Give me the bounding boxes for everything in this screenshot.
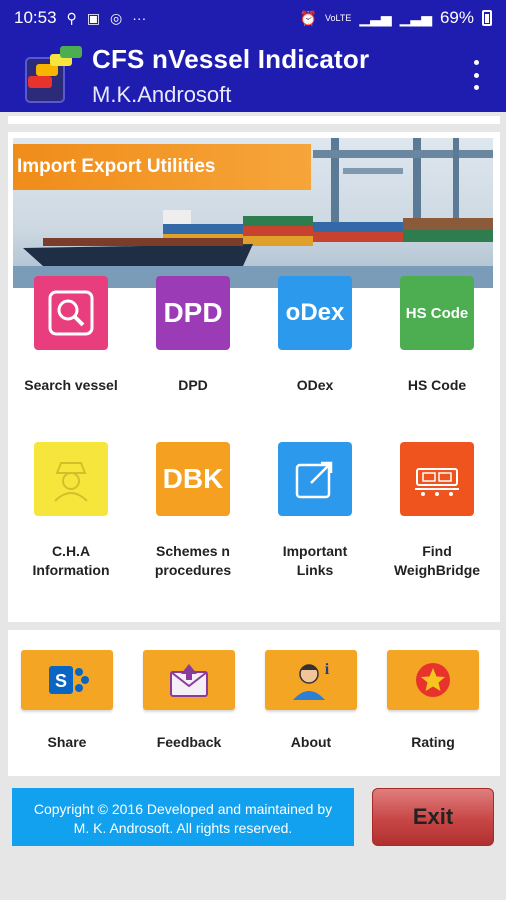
copyright-line2: M. K. Androsoft. All rights reserved. <box>73 820 293 836</box>
weighbridge-label-line1: Find <box>422 543 452 559</box>
cha-label-line1: C.H.A <box>51 543 91 559</box>
search-vessel-icon <box>34 276 108 350</box>
app-bar: CFS nVessel Indicator M.K.Androsoft <box>0 36 506 112</box>
links-label-line1: Important <box>282 543 348 559</box>
overflow-menu-icon[interactable] <box>466 60 486 90</box>
utilities-card: Import Export Utilities Search vessel DP… <box>8 132 500 622</box>
weighbridge-label-line2: WeighBridge <box>393 562 481 578</box>
actions-card: S Share Feedback i About Rating <box>8 630 500 776</box>
search-vessel-label: Search vessel <box>24 377 118 393</box>
usb-icon: ⚲ <box>66 10 77 26</box>
battery-percent: 69% <box>439 8 474 27</box>
svg-text:i: i <box>325 661 330 678</box>
svg-text:S: S <box>55 671 67 691</box>
schemes-tile[interactable]: DBK Schemes n procedures <box>138 442 248 580</box>
status-bar: 10:53 ⚲ ▣ ◎ ··· ⏰ VoLTE ▁▃▅ ▁▃▅ 69% <box>0 0 506 36</box>
exit-button[interactable]: Exit <box>372 788 494 846</box>
copyright-banner: Copyright © 2016 Developed and maintaine… <box>12 788 354 846</box>
hs-code-label: HS Code <box>407 377 467 393</box>
find-weighbridge-tile[interactable]: Find WeighBridge <box>382 442 492 580</box>
app-subtitle: M.K.Androsoft <box>92 82 232 107</box>
cha-label-line2: Information <box>32 562 110 578</box>
share-label: Share <box>47 734 87 750</box>
dpd-tile[interactable]: DPD DPD <box>138 276 248 395</box>
cha-information-tile[interactable]: C.H.A Information <box>16 442 126 580</box>
dpd-label: DPD <box>178 377 208 393</box>
odex-tile[interactable]: oDex ODex <box>260 276 370 395</box>
schemes-label-line1: Schemes n <box>156 543 230 559</box>
external-link-icon <box>278 442 352 516</box>
odex-label: ODex <box>296 377 334 393</box>
rating-label: Rating <box>411 734 455 750</box>
feedback-button[interactable]: Feedback <box>134 650 244 750</box>
links-label-line2: Links <box>296 562 334 578</box>
copyright-line1: Copyright © 2016 Developed and maintaine… <box>33 801 333 817</box>
search-vessel-tile[interactable]: Search vessel <box>16 276 126 395</box>
app-logo-icon <box>25 46 82 103</box>
more-icon: ··· <box>132 10 147 26</box>
share-icon: S <box>21 650 113 710</box>
schemes-label-line2: procedures <box>154 562 232 578</box>
dbk-icon: DBK <box>156 442 230 516</box>
share-button[interactable]: S Share <box>12 650 122 750</box>
alarm-icon: ⏰ <box>299 10 317 26</box>
app-title: CFS nVessel Indicator <box>92 44 370 74</box>
banner-title: Import Export Utilities <box>13 144 311 190</box>
important-links-tile[interactable]: Important Links <box>260 442 370 580</box>
battery-icon <box>482 10 492 26</box>
hs-code-icon: HS Code <box>400 276 474 350</box>
banner-image: Import Export Utilities <box>13 138 493 288</box>
signal-icon: ▁▃▅ <box>359 10 392 26</box>
volte-icon: VoLTE <box>324 12 352 23</box>
hs-code-tile[interactable]: HS Code HS Code <box>382 276 492 395</box>
about-button[interactable]: i About <box>256 650 366 750</box>
mail-upload-icon <box>143 650 235 710</box>
instagram-icon: ◎ <box>110 10 123 26</box>
person-info-icon: i <box>265 650 357 710</box>
image-icon: ▣ <box>86 10 101 26</box>
dpd-icon: DPD <box>156 276 230 350</box>
about-label: About <box>290 734 332 750</box>
feedback-label: Feedback <box>156 734 222 750</box>
detective-icon <box>34 442 108 516</box>
weighbridge-icon <box>400 442 474 516</box>
star-icon <box>387 650 479 710</box>
odex-icon: oDex <box>278 276 352 350</box>
signal-icon: ▁▃▅ <box>399 10 432 26</box>
status-time: 10:53 <box>14 8 57 27</box>
top-divider <box>8 116 500 124</box>
rating-button[interactable]: Rating <box>378 650 488 750</box>
